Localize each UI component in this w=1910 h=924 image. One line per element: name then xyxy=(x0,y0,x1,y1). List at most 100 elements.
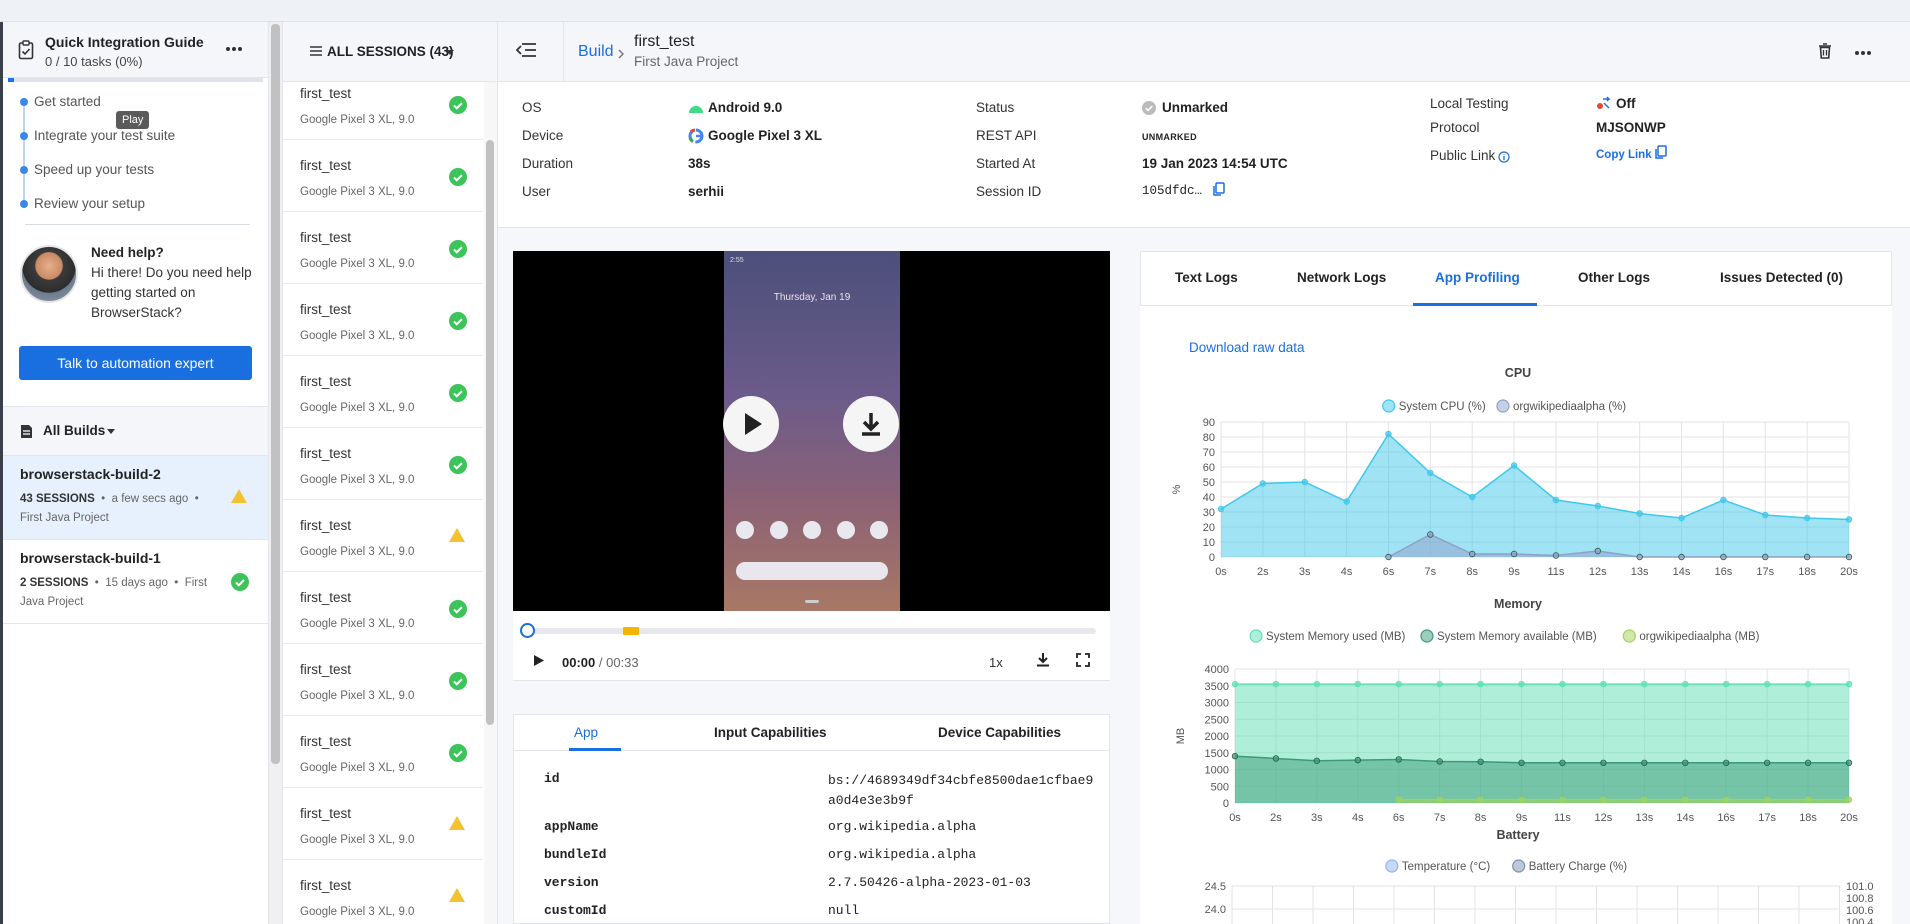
all-builds-dropdown[interactable]: All Builds xyxy=(3,406,268,456)
session-item[interactable]: first_test Google Pixel 3 XL, 9.0 xyxy=(283,212,483,284)
legend-marker xyxy=(1512,859,1526,873)
build-item-browserstack-build-1[interactable]: browserstack-build-1 2 SESSIONS • 15 day… xyxy=(3,540,268,624)
play-icon xyxy=(745,413,762,435)
warning-icon xyxy=(449,528,465,542)
session-item[interactable]: first_test Google Pixel 3 XL, 9.0 xyxy=(283,140,483,212)
tab-other-logs[interactable]: Other Logs xyxy=(1578,270,1650,285)
x-tick-label: 0s xyxy=(1215,566,1227,578)
data-point xyxy=(1436,758,1443,765)
guide-scrollbar[interactable] xyxy=(269,22,282,924)
build-time: 15 days ago xyxy=(105,577,168,589)
y-tick-label: 24.0 xyxy=(1205,904,1226,916)
info-icon[interactable] xyxy=(1498,151,1510,163)
data-point xyxy=(1231,752,1239,760)
legend-label: System Memory used (MB) xyxy=(1266,631,1405,643)
session-item[interactable]: first_test Google Pixel 3 XL, 9.0 xyxy=(283,356,483,428)
build-item-browserstack-build-2[interactable]: browserstack-build-2 43 SESSIONS • a few… xyxy=(3,456,268,540)
data-point xyxy=(1641,759,1648,766)
tab-app-profiling[interactable]: App Profiling xyxy=(1435,270,1520,285)
session-name: first_test xyxy=(300,158,352,173)
session-item[interactable]: first_test Google Pixel 3 XL, 9.0 xyxy=(283,428,483,500)
session-item[interactable]: first_test Google Pixel 3 XL, 9.0 xyxy=(283,284,483,356)
x-tick-label: 12s xyxy=(1595,812,1613,824)
tab-network-logs[interactable]: Network Logs xyxy=(1297,270,1386,285)
talk-to-expert-button[interactable]: Talk to automation expert xyxy=(19,346,252,380)
tab-app[interactable]: App xyxy=(574,725,598,740)
duration-label: Duration xyxy=(522,156,574,171)
download-video-button[interactable] xyxy=(843,396,899,452)
session-item[interactable]: first_test Google Pixel 3 XL, 9.0 xyxy=(283,644,483,716)
session-status xyxy=(449,672,467,693)
session-item[interactable]: first_test Google Pixel 3 XL, 9.0 xyxy=(283,716,483,788)
data-point xyxy=(1436,796,1443,803)
tab-device-capabilities[interactable]: Device Capabilities xyxy=(938,725,1061,740)
rest-api-value: UNMARKED xyxy=(1142,132,1197,142)
build-session-count: 2 SESSIONS xyxy=(20,577,89,589)
delete-icon[interactable] xyxy=(1818,43,1832,59)
session-item[interactable]: first_test Google Pixel 3 XL, 9.0 xyxy=(283,860,483,924)
rest-api-label: REST API xyxy=(976,128,1037,143)
session-item[interactable]: first_test Google Pixel 3 XL, 9.0 xyxy=(283,788,483,860)
y-tick-label: 4000 xyxy=(1205,664,1229,676)
session-name: first_test xyxy=(300,302,352,317)
legend-marker xyxy=(1496,399,1510,413)
x-tick-label: 9s xyxy=(1508,566,1520,578)
data-point xyxy=(1594,547,1601,555)
data-point xyxy=(1845,796,1853,803)
session-status xyxy=(449,240,467,261)
phone-dock xyxy=(736,521,888,539)
x-tick-label: 13s xyxy=(1635,812,1653,824)
legend-marker xyxy=(1622,629,1636,643)
legend-marker xyxy=(1420,629,1434,643)
y-tick-label: 40 xyxy=(1203,492,1215,504)
video-seek-bar[interactable] xyxy=(527,628,1096,634)
x-tick-label: 9s xyxy=(1516,812,1528,824)
download-raw-data-link[interactable]: Download raw data xyxy=(1189,340,1305,355)
sessions-scrollbar[interactable] xyxy=(484,82,497,924)
step-speed-up[interactable]: Speed up your tests xyxy=(18,160,268,194)
session-item[interactable]: first_test Google Pixel 3 XL, 9.0 xyxy=(283,68,483,140)
fullscreen-icon[interactable] xyxy=(1076,653,1090,667)
phone-status-time: 2:55 xyxy=(730,257,744,264)
download-icon[interactable] xyxy=(1036,652,1050,667)
unmarked-status-icon xyxy=(1142,101,1156,115)
x-tick-label: 6s xyxy=(1383,566,1395,578)
breadcrumb-build-link[interactable]: Build xyxy=(578,43,614,61)
copy-link-button[interactable]: Copy Link xyxy=(1596,149,1652,161)
build-session-count: 43 SESSIONS xyxy=(20,493,95,505)
tab-input-capabilities[interactable]: Input Capabilities xyxy=(714,725,827,740)
y-tick-label: 0 xyxy=(1223,798,1229,810)
collapse-sidebar-icon[interactable] xyxy=(516,42,536,58)
x-tick-label: 2s xyxy=(1270,812,1282,824)
session-item[interactable]: first_test Google Pixel 3 XL, 9.0 xyxy=(283,500,483,572)
session-video-player[interactable]: 2:55 Thursday, Jan 19 xyxy=(513,251,1110,611)
more-options-icon[interactable] xyxy=(1854,50,1872,56)
cap-key-bundleid: bundleId xyxy=(544,847,607,862)
data-point xyxy=(1600,796,1607,803)
play-video-button[interactable] xyxy=(723,396,779,452)
tab-text-logs[interactable]: Text Logs xyxy=(1175,270,1238,285)
data-point xyxy=(1259,480,1267,487)
more-options-icon[interactable] xyxy=(225,46,243,52)
phone-date: Thursday, Jan 19 xyxy=(773,292,851,303)
tab-issues-detected[interactable]: Issues Detected (0) xyxy=(1720,270,1843,285)
step-review-setup[interactable]: Review your setup xyxy=(18,194,268,228)
x-tick-label: 16s xyxy=(1715,566,1733,578)
x-tick-label: 3s xyxy=(1311,812,1323,824)
data-point xyxy=(1477,758,1484,765)
copy-icon[interactable] xyxy=(1212,182,1225,197)
playback-speed[interactable]: 1x xyxy=(989,655,1003,670)
play-icon[interactable] xyxy=(533,654,545,667)
data-point xyxy=(1594,502,1601,510)
data-point xyxy=(1469,493,1476,501)
check-circle-icon xyxy=(449,384,467,402)
seek-handle[interactable] xyxy=(520,623,535,638)
session-item[interactable]: first_test Google Pixel 3 XL, 9.0 xyxy=(283,572,483,644)
data-point xyxy=(1395,680,1402,688)
y-tick-label: 500 xyxy=(1211,781,1229,793)
data-point xyxy=(1313,680,1321,688)
copy-icon[interactable] xyxy=(1654,145,1667,160)
step-integrate-suite[interactable]: Integrate your test suite xyxy=(18,126,268,160)
data-point xyxy=(1600,680,1607,688)
video-event-marker[interactable] xyxy=(623,627,639,635)
